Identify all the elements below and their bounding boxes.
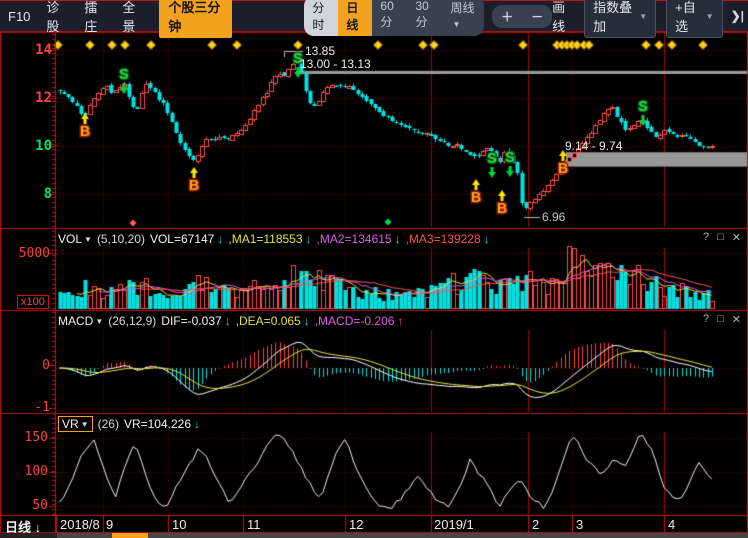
scrollbar-cap xyxy=(0,533,57,538)
chevron-down-icon: ▼ xyxy=(706,12,714,21)
vr-axis-label: 50 xyxy=(18,498,48,513)
close-icon[interactable]: ✕ xyxy=(732,313,741,326)
down-arrow-icon: ↓ xyxy=(217,232,223,246)
range-high-label: 13.00 - 13.13 xyxy=(300,57,371,71)
close-icon[interactable]: ✕ xyxy=(732,231,741,244)
month-label: 2018/8 xyxy=(60,517,100,532)
month-label: 2 xyxy=(532,517,539,532)
vol-ma2-value: ,MA2=134615 xyxy=(317,232,392,246)
vr-axis-label: 150 xyxy=(18,430,48,445)
price-axis-label: 12 xyxy=(26,90,52,106)
month-label: 9 xyxy=(106,517,113,532)
zoom-in-button[interactable]: ＋ xyxy=(492,5,522,28)
vol-unit-label: x100 xyxy=(17,295,49,309)
macd-panel-header: MACD▼ (26,12,9) DIF=-0.037↓ ,DEA=0.065↓ … xyxy=(58,312,403,330)
vr-axis-label: 100 xyxy=(18,464,48,479)
macd-label: MACD xyxy=(58,314,93,328)
stock-3min-button[interactable]: 个股三分钟 xyxy=(159,0,232,38)
timeline-scrollbar[interactable] xyxy=(0,533,748,538)
vr-params: (26) xyxy=(98,417,119,431)
up-arrow-icon: ↑ xyxy=(397,314,403,328)
period-weekly-label: 周线 xyxy=(451,1,475,15)
draw-line-button[interactable]: 画线 xyxy=(552,0,574,35)
down-arrow-icon: ↓ xyxy=(304,314,310,328)
month-label: 10 xyxy=(172,517,186,532)
help-icon[interactable]: ? xyxy=(703,231,709,244)
range-low-label: 9.14 - 9.74 xyxy=(565,139,622,153)
macd-panel-icons: ? □ ✕ xyxy=(703,313,741,326)
add-watchlist-label: +自选 xyxy=(675,0,702,35)
tab-banker[interactable]: 擂庄 xyxy=(84,0,106,35)
vol-label: VOL xyxy=(58,232,82,246)
period-intraday[interactable]: 分时 xyxy=(304,0,338,36)
tab-f10[interactable]: F10 xyxy=(8,9,30,24)
macd-params: (26,12,9) xyxy=(108,314,156,328)
collapse-panel-icon[interactable]: ❯| xyxy=(731,9,744,23)
period-weekly[interactable]: 周线 ▼ xyxy=(443,0,485,36)
chevron-down-icon: ▼ xyxy=(639,12,647,21)
macd-value: ,MACD=-0.206 xyxy=(315,314,395,328)
month-label: 3 xyxy=(576,517,583,532)
chevron-down-icon: ▼ xyxy=(84,235,92,244)
down-arrow-icon: ↓ xyxy=(194,417,200,431)
dif-value: DIF=-0.037 xyxy=(161,314,221,328)
toolbar: F10 诊股 擂庄 全景 个股三分钟 分时 日线 60分 30分 周线▼ ＋ －… xyxy=(0,0,748,32)
price-chart-canvas[interactable] xyxy=(0,0,748,538)
maximize-icon[interactable]: □ xyxy=(717,313,724,326)
peak-price-label: 13.85 xyxy=(305,44,335,58)
index-overlay-button[interactable]: 指数叠加 ▼ xyxy=(584,0,656,38)
scrollbar-thumb[interactable] xyxy=(112,533,148,538)
month-label: 4 xyxy=(668,517,675,532)
vol-ma1-value: ,MA1=118553 xyxy=(228,232,302,246)
price-axis-label: 8 xyxy=(26,186,52,202)
zoom-out-button[interactable]: － xyxy=(522,5,552,28)
low-price-label: 6.96 xyxy=(542,210,565,224)
add-watchlist-button[interactable]: +自选 ▼ xyxy=(666,0,722,38)
vol-params: (5,10,20) xyxy=(97,232,145,246)
macd-axis-label: 0 xyxy=(28,358,50,373)
period-60min[interactable]: 60分 xyxy=(372,0,407,36)
month-label: 2019/1 xyxy=(434,517,474,532)
down-arrow-icon: ↓ xyxy=(395,232,401,246)
macd-indicator-selector[interactable]: MACD▼ xyxy=(58,314,103,328)
vr-value: VR=104.226 xyxy=(124,417,191,431)
vr-label: VR xyxy=(62,417,79,431)
vol-value: VOL=67147 xyxy=(150,232,214,246)
vol-ma3-value: ,MA3=139228 xyxy=(406,232,481,246)
macd-axis-label: -1 xyxy=(28,400,50,415)
price-axis-label: 14 xyxy=(26,42,52,58)
vol-indicator-selector[interactable]: VOL▼ xyxy=(58,232,92,246)
down-arrow-icon: ↓ xyxy=(306,232,312,246)
month-label: 12 xyxy=(349,517,363,532)
period-selector: 分时 日线 60分 30分 周线 ▼ xyxy=(304,0,484,36)
index-overlay-label: 指数叠加 xyxy=(593,0,635,35)
month-label: 11 xyxy=(247,517,261,532)
period-30min[interactable]: 30分 xyxy=(407,0,442,36)
zoom-group: ＋ － xyxy=(492,5,552,28)
vr-panel-header: VR▼ (26) VR=104.226↓ xyxy=(58,415,200,433)
trading-app-window: F10 诊股 擂庄 全景 个股三分钟 分时 日线 60分 30分 周线 ▼ ＋ －… xyxy=(0,0,748,538)
period-daily[interactable]: 日线 xyxy=(338,0,372,36)
vol-panel-header: VOL▼ (5,10,20) VOL=67147↓ ,MA1=118553↓ ,… xyxy=(58,230,490,248)
dea-value: ,DEA=0.065 xyxy=(236,314,301,328)
tab-diagnose[interactable]: 诊股 xyxy=(46,0,68,35)
chevron-down-icon: ▼ xyxy=(81,420,89,429)
vr-indicator-selector[interactable]: VR▼ xyxy=(58,416,93,432)
chevron-down-icon: ▼ xyxy=(453,20,461,29)
chevron-down-icon: ▼ xyxy=(95,317,103,326)
help-icon[interactable]: ? xyxy=(703,313,709,326)
down-arrow-icon: ↓ xyxy=(484,232,490,246)
vol-axis-label: 5000 xyxy=(14,246,50,261)
maximize-icon[interactable]: □ xyxy=(717,231,724,244)
price-axis-label: 10 xyxy=(26,138,52,154)
tab-overview[interactable]: 全景 xyxy=(122,0,144,35)
vol-panel-icons: ? □ ✕ xyxy=(703,231,741,244)
down-arrow-icon: ↓ xyxy=(225,314,231,328)
